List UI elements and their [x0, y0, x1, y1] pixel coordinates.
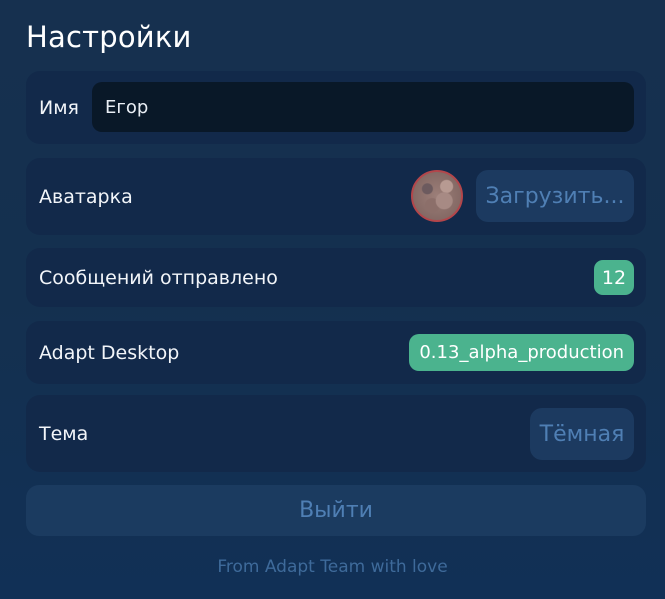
name-input[interactable] — [92, 82, 634, 132]
messages-sent-label: Сообщений отправлено — [39, 266, 278, 289]
version-badge: 0.13_alpha_production — [409, 334, 634, 371]
messages-sent-row: Сообщений отправлено 12 — [26, 248, 646, 307]
theme-setting-row: Тема Тёмная — [26, 395, 646, 472]
theme-toggle-button[interactable]: Тёмная — [530, 408, 634, 460]
avatar — [411, 170, 463, 222]
messages-count-badge: 12 — [594, 260, 634, 295]
avatar-label: Аватарка — [39, 185, 133, 208]
footer-credits: From Adapt Team with love — [217, 557, 448, 577]
name-label: Имя — [39, 96, 79, 119]
name-setting-row: Имя — [26, 71, 646, 144]
logout-button[interactable]: Выйти — [26, 485, 646, 536]
app-version-row: Adapt Desktop 0.13_alpha_production — [26, 321, 646, 384]
theme-label: Тема — [39, 422, 89, 445]
page-title: Настройки — [26, 20, 192, 54]
app-name-label: Adapt Desktop — [39, 341, 180, 364]
avatar-setting-row: Аватарка Загрузить... — [26, 158, 646, 235]
upload-avatar-button[interactable]: Загрузить... — [476, 170, 634, 222]
